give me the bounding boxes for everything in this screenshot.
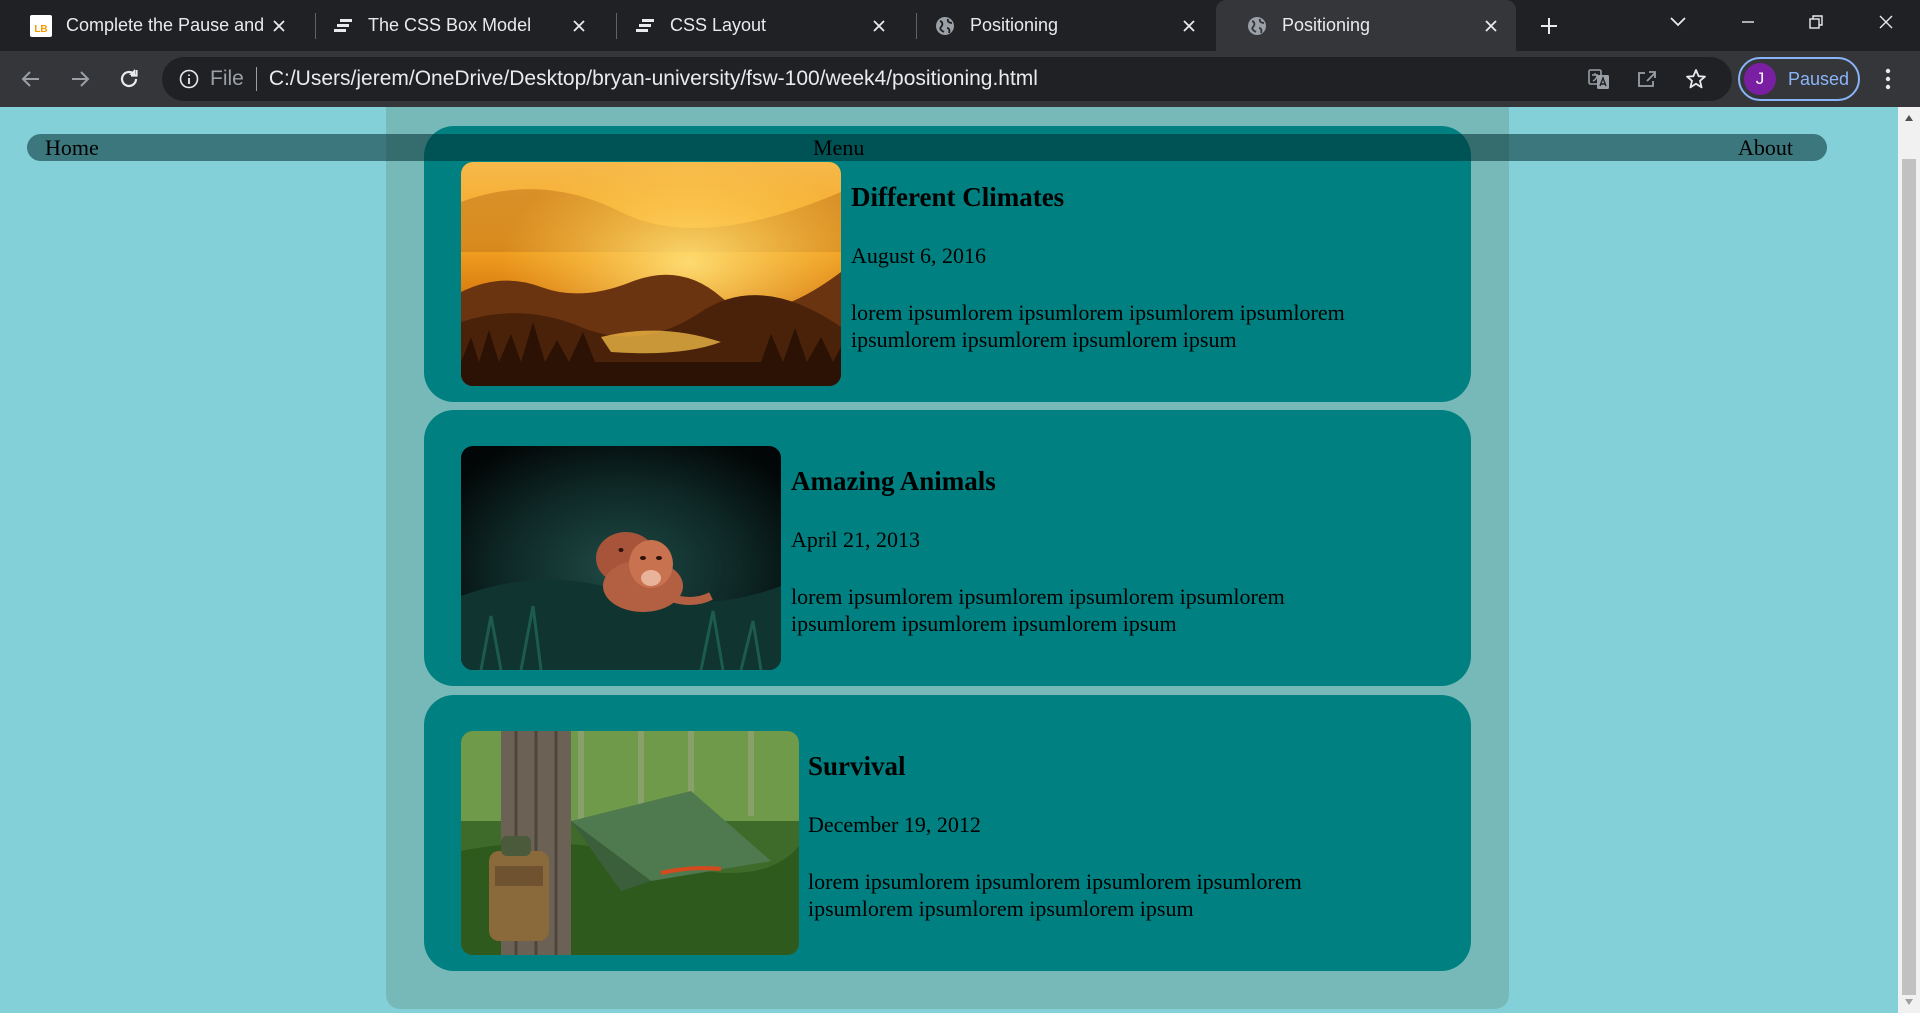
- restore-icon: [1809, 15, 1823, 29]
- plus-icon: [1541, 18, 1557, 34]
- new-tab-button[interactable]: [1532, 9, 1566, 43]
- tab-positioning[interactable]: Positioning: [904, 0, 1214, 51]
- tab-search-button[interactable]: [1644, 0, 1712, 44]
- post-body: lorem ipsumlorem ipsumlorem ipsumlorem i…: [808, 869, 1302, 921]
- post-date: April 21, 2013: [791, 527, 920, 552]
- close-tab-icon[interactable]: [1478, 13, 1504, 39]
- tab-positioning-active[interactable]: Positioning: [1216, 0, 1516, 51]
- tab-title: Positioning: [970, 15, 1059, 35]
- post-text: Different Climates August 6, 2016 lorem …: [851, 162, 1431, 353]
- tab-css-box-model[interactable]: The CSS Box Model: [302, 0, 604, 51]
- post-title: Amazing Animals: [791, 466, 996, 496]
- post-text: Survival December 19, 2012 lorem ipsumlo…: [808, 731, 1431, 922]
- post-title: Different Climates: [851, 182, 1065, 212]
- top-nav: Home Menu About: [27, 134, 1827, 161]
- scheme-label: File: [210, 67, 244, 90]
- post-image: [461, 162, 841, 386]
- browser-toolbar: File C:/Users/jerem/OneDrive/Desktop/bry…: [0, 51, 1920, 107]
- page-viewport: Different Climates August 6, 2016 lorem …: [0, 107, 1898, 1013]
- tab-title: Positioning: [1282, 15, 1371, 35]
- url-text[interactable]: C:/Users/jerem/OneDrive/Desktop/bryan-un…: [269, 67, 1038, 91]
- share-icon[interactable]: [1634, 66, 1660, 92]
- post-image: [461, 446, 781, 670]
- misty-forest-image: [461, 162, 841, 386]
- translate-icon[interactable]: [1586, 66, 1612, 92]
- triangle-down-icon: [1905, 999, 1913, 1005]
- post-card: Amazing Animals April 21, 2013 lorem ips…: [424, 410, 1471, 686]
- kebab-menu-icon: [1885, 68, 1891, 90]
- post-text: Amazing Animals April 21, 2013 lorem ips…: [791, 446, 1431, 637]
- post-image: [461, 731, 799, 955]
- arrow-left-icon: [21, 71, 39, 87]
- post-date: December 19, 2012: [808, 812, 981, 837]
- post-date: August 6, 2016: [851, 243, 987, 268]
- close-tab-icon[interactable]: [866, 13, 892, 39]
- address-bar[interactable]: File C:/Users/jerem/OneDrive/Desktop/bry…: [162, 57, 1732, 101]
- page-scrollbar[interactable]: [1898, 107, 1920, 1013]
- info-icon[interactable]: [178, 68, 200, 90]
- close-tab-icon[interactable]: [566, 13, 592, 39]
- close-window-button[interactable]: [1852, 0, 1920, 44]
- scroll-up-arrow[interactable]: [1898, 109, 1920, 127]
- scroll-down-arrow[interactable]: [1898, 993, 1920, 1011]
- bookmark-star-icon[interactable]: [1683, 66, 1709, 92]
- reload-button[interactable]: [110, 60, 148, 98]
- post-card: Survival December 19, 2012 lorem ipsumlo…: [424, 695, 1471, 971]
- minimize-icon: [1742, 21, 1754, 23]
- tab-title: Complete the Pause and F: [66, 15, 266, 35]
- globe-icon: [1246, 15, 1268, 37]
- lionesses-image: [461, 446, 781, 670]
- triangle-up-icon: [1905, 115, 1913, 121]
- browser-menu-button[interactable]: [1870, 60, 1906, 98]
- post-body: lorem ipsumlorem ipsumlorem ipsumlorem i…: [851, 300, 1345, 352]
- forward-button[interactable]: [61, 60, 99, 98]
- globe-icon: [934, 15, 956, 37]
- lb-icon: LB: [30, 14, 52, 37]
- back-button[interactable]: [12, 60, 50, 98]
- post-body: lorem ipsumlorem ipsumlorem ipsumlorem i…: [791, 584, 1285, 636]
- tab-title: CSS Layout: [670, 15, 767, 35]
- scroll-thumb[interactable]: [1902, 159, 1916, 995]
- tab-strip: LB Complete the Pause and F The CSS Box …: [0, 0, 1920, 51]
- close-tab-icon[interactable]: [1176, 13, 1202, 39]
- nav-home-link[interactable]: Home: [45, 134, 99, 161]
- bars-icon: [332, 15, 354, 37]
- close-icon: [1879, 15, 1893, 29]
- post-title: Survival: [808, 751, 906, 781]
- close-tab-icon[interactable]: [266, 13, 292, 39]
- minimize-button[interactable]: [1714, 0, 1782, 44]
- restore-button[interactable]: [1782, 0, 1850, 44]
- tab-pause-and[interactable]: LB Complete the Pause and F: [0, 0, 304, 51]
- post-card: Different Climates August 6, 2016 lorem …: [424, 126, 1471, 402]
- profile-status: Paused: [1788, 68, 1850, 89]
- nav-menu-link[interactable]: Menu: [813, 134, 864, 161]
- arrow-right-icon: [72, 71, 90, 87]
- tab-css-layout[interactable]: CSS Layout: [604, 0, 904, 51]
- bars-icon: [634, 15, 656, 37]
- reload-icon: [120, 69, 138, 88]
- tarp-shelter-image: [461, 731, 799, 955]
- content-wrapper: Different Climates August 6, 2016 lorem …: [386, 107, 1509, 1009]
- chevron-down-icon: [1670, 17, 1686, 27]
- nav-about-link[interactable]: About: [1738, 134, 1793, 161]
- address-divider: [255, 67, 257, 91]
- tab-title: The CSS Box Model: [368, 15, 532, 35]
- profile-button[interactable]: J Paused: [1738, 57, 1860, 101]
- avatar: J: [1744, 63, 1776, 95]
